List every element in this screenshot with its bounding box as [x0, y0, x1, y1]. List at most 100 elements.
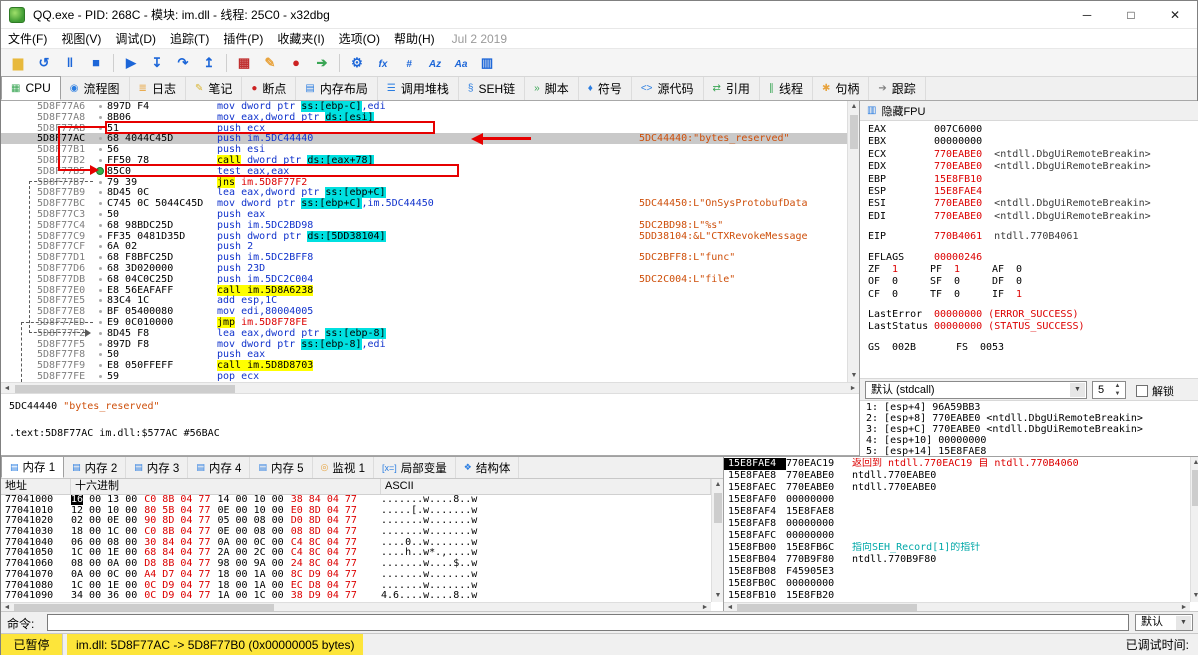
tab-线程[interactable]: ∥ 线程 [760, 77, 813, 100]
disasm-row[interactable]: 5D8F77F9 E8 050FFEFF call im.5D8D8703 [1, 360, 847, 372]
tab-监视 1[interactable]: ◎ 监视 1 [313, 457, 374, 478]
register-row[interactable]: EBP 15E8FB10 [860, 174, 1198, 186]
disasm-row[interactable]: 5D8F77E0 E8 56EAFAFF call im.5D8A6238 [1, 284, 847, 296]
tab-笔记[interactable]: ✎ 笔记 [186, 77, 243, 100]
disasm-row[interactable]: 5D8F77B2 FF50 78 call dword ptr ds:[eax+78… [1, 154, 847, 166]
scrollbar-thumb[interactable] [1192, 470, 1198, 506]
tab-内存 5[interactable]: ▤ 内存 5 [250, 457, 313, 478]
unlock-checkbox[interactable] [1136, 385, 1148, 397]
tab-符号[interactable]: ♦ 符号 [579, 77, 632, 100]
step-over-button[interactable]: ↷ [170, 51, 196, 75]
disasm-row[interactable]: 5D8F77D1 68 F8BFC25D push im.5DC2BFF8 5DC2B… [1, 252, 847, 263]
tab-句柄[interactable]: ✱ 句柄 [813, 77, 870, 100]
open-file-button[interactable]: ▆ [5, 51, 31, 75]
scrollbar-thumb[interactable] [14, 604, 274, 611]
tab-内存布局[interactable]: ▤ 内存布局 [296, 77, 378, 100]
tab-内存 4[interactable]: ▤ 内存 4 [188, 457, 251, 478]
stack-row[interactable]: 15E8FB0C 00000000 [724, 578, 1190, 590]
calling-convention-combo[interactable]: 默认 (stdcall) ▼ [865, 381, 1087, 399]
disasm-row[interactable]: 5D8F77A8 8B06 mov eax,dword ptr ds:[esi] [1, 111, 847, 123]
close-button[interactable]: ✕ [1153, 1, 1197, 29]
disasm-row[interactable]: 5D8F77B1 56 push esi [1, 144, 847, 155]
flag-value[interactable]: 1 [954, 264, 970, 276]
stack-argument-row[interactable]: 2: [esp+8] 770EABE0 <ntdll.DbgUiRemoteBr… [860, 413, 1198, 424]
register-row[interactable]: ECX 770EABE0 <ntdll.DbgUiRemoteBreakin> [860, 149, 1198, 161]
patches-button[interactable]: ▦ [231, 51, 257, 75]
hide-fpu-button[interactable]: ▥ 隐藏FPU [860, 101, 1198, 121]
stack-argument-row[interactable]: 4: [esp+10] 00000000 [860, 435, 1198, 446]
stack-row[interactable]: 15E8FAEC 770EABE0 ntdll.770EABE0 [724, 482, 1190, 494]
tab-脚本[interactable]: » 脚本 [525, 77, 579, 100]
comment-button[interactable]: ✎ [257, 51, 283, 75]
stack-argument-row[interactable]: 3: [esp+C] 770EABE0 <ntdll.DbgUiRemoteBr… [860, 424, 1198, 435]
disasm-row[interactable]: 5D8F77AC 68 4044C45D push im.5DC44440 5DC44… [1, 133, 847, 144]
memory-row[interactable]: 77041070 0A 00 0C 00 A4 D7 04 77 18 00 1A 0… [1, 569, 711, 581]
argument-depth-spinner[interactable]: 5 ▲ ▼ [1092, 381, 1126, 399]
command-script-combo[interactable]: 默认 ▼ [1135, 614, 1193, 631]
command-input[interactable] [47, 614, 1129, 631]
flag-value[interactable]: 0 [954, 276, 970, 288]
flag-value[interactable]: 0 [1016, 276, 1032, 288]
trace-button[interactable]: ➔ [309, 51, 335, 75]
disasm-row[interactable]: 5D8F77CF 6A 02 push 2 [1, 241, 847, 252]
register-row[interactable]: EIP 770B4061 ntdll.770B4061 [860, 231, 1198, 243]
scrollbar-thumb[interactable] [714, 493, 722, 523]
stack-row[interactable]: 15E8FB10 15E8FB20 [724, 590, 1190, 602]
stack-row[interactable]: 15E8FAF0 00000000 [724, 494, 1190, 506]
tab-CPU[interactable]: ▦ CPU [1, 76, 61, 100]
close-debuggee-button[interactable]: ■ [83, 51, 109, 75]
disassembly-horizontal-scrollbar[interactable]: ◄ ► [1, 382, 859, 394]
disasm-row[interactable]: 5D8F77ED E9 0C010000 jmp im.5D8F78FE [1, 316, 847, 328]
register-row[interactable]: EBX 00000000 [860, 136, 1198, 148]
menu-item-追踪(T)[interactable]: 追踪(T) [163, 29, 216, 49]
flag-value[interactable]: 0 [1016, 264, 1032, 276]
scroll-up-icon[interactable]: ▲ [1191, 457, 1198, 469]
scrollbar-thumb[interactable] [737, 604, 917, 611]
memory-column-ascii[interactable]: ASCII [381, 479, 711, 494]
disasm-row[interactable]: 5D8F77B5 85C0 test eax,eax [1, 166, 847, 177]
disasm-row[interactable]: 5D8F77D6 68 3D020000 push 23D [1, 263, 847, 274]
tab-内存 3[interactable]: ▤ 内存 3 [126, 457, 189, 478]
stack-row[interactable]: 15E8FB00 15E8FB6C 指向SEH_Record[1]的指针 [724, 542, 1190, 554]
stack-row[interactable]: 15E8FB08 F45905E3 [724, 566, 1190, 578]
tab-内存 1[interactable]: ▤ 内存 1 [1, 456, 65, 478]
maximize-button[interactable]: □ [1109, 1, 1153, 29]
memory-column-hex[interactable]: 十六进制 [71, 479, 381, 494]
register-row[interactable]: ESI 770EABE0 <ntdll.DbgUiRemoteBreakin> [860, 198, 1198, 210]
hash-button[interactable]: # [396, 51, 422, 75]
disasm-row[interactable]: 5D8F77F8 50 push eax [1, 349, 847, 360]
scrollbar-thumb[interactable] [850, 115, 858, 149]
chevron-down-icon[interactable]: ▼ [1070, 383, 1085, 397]
disasm-row[interactable]: 5D8F77C9 FF35 0481D35D push dword ptr ds:[… [1, 230, 847, 242]
flag-value[interactable]: 0 [892, 276, 908, 288]
tab-日志[interactable]: ≣ 日志 [130, 77, 186, 100]
debug-windows-button[interactable]: ▥ [474, 51, 500, 75]
menu-item-插件(P)[interactable]: 插件(P) [216, 29, 270, 49]
minimize-button[interactable]: ─ [1065, 1, 1109, 29]
breakpoint-toolbar-button[interactable]: ● [283, 51, 309, 75]
disasm-row[interactable]: 5D8F77DB 68 04C0C25D push im.5DC2C004 5DC2C… [1, 274, 847, 285]
tab-引用[interactable]: ⇄ 引用 [704, 77, 760, 100]
register-row[interactable]: EDI 770EABE0 <ntdll.DbgUiRemoteBreakin> [860, 211, 1198, 223]
scrollbar-thumb[interactable] [15, 385, 235, 393]
settings-button[interactable]: ⚙ [344, 51, 370, 75]
tab-跟踪[interactable]: ➔ 跟踪 [869, 77, 926, 100]
disasm-row[interactable]: 5D8F77E5 83C4 1C add esp,1C [1, 295, 847, 306]
tab-源代码[interactable]: <> 源代码 [632, 77, 704, 100]
disassembly-vertical-scrollbar[interactable]: ▲ ▼ [847, 101, 859, 382]
flag-value[interactable]: 0053 [980, 342, 1022, 354]
memory-row[interactable]: 77041090 34 00 36 00 0C D9 04 77 1A 00 1C 0… [1, 590, 711, 602]
tab-局部变量[interactable]: [x=] 局部变量 [374, 457, 456, 478]
disasm-row[interactable]: 5D8F77F5 897D F8 mov dword ptr ss:[ebp-8],… [1, 338, 847, 350]
register-row[interactable]: EFLAGS 00000246 [860, 252, 1198, 264]
tab-SEH链[interactable]: § SEH链 [459, 77, 526, 100]
menu-item-收藏夹(I)[interactable]: 收藏夹(I) [270, 29, 331, 49]
tab-断点[interactable]: ● 断点 [242, 77, 297, 100]
disasm-row[interactable]: 5D8F77B7 79 39 jns im.5D8F77F2 [1, 176, 847, 188]
register-row[interactable]: EDX 770EABE0 <ntdll.DbgUiRemoteBreakin> [860, 161, 1198, 173]
stack-row[interactable]: 15E8FAF4 15E8FAE8 [724, 506, 1190, 518]
stack-row[interactable]: 15E8FB04 770B9F80 ntdll.770B9F80 [724, 554, 1190, 566]
flag-value[interactable]: 0 [892, 289, 908, 301]
menu-item-选项(O)[interactable]: 选项(O) [332, 29, 387, 49]
memory-column-address[interactable]: 地址 [1, 479, 71, 494]
